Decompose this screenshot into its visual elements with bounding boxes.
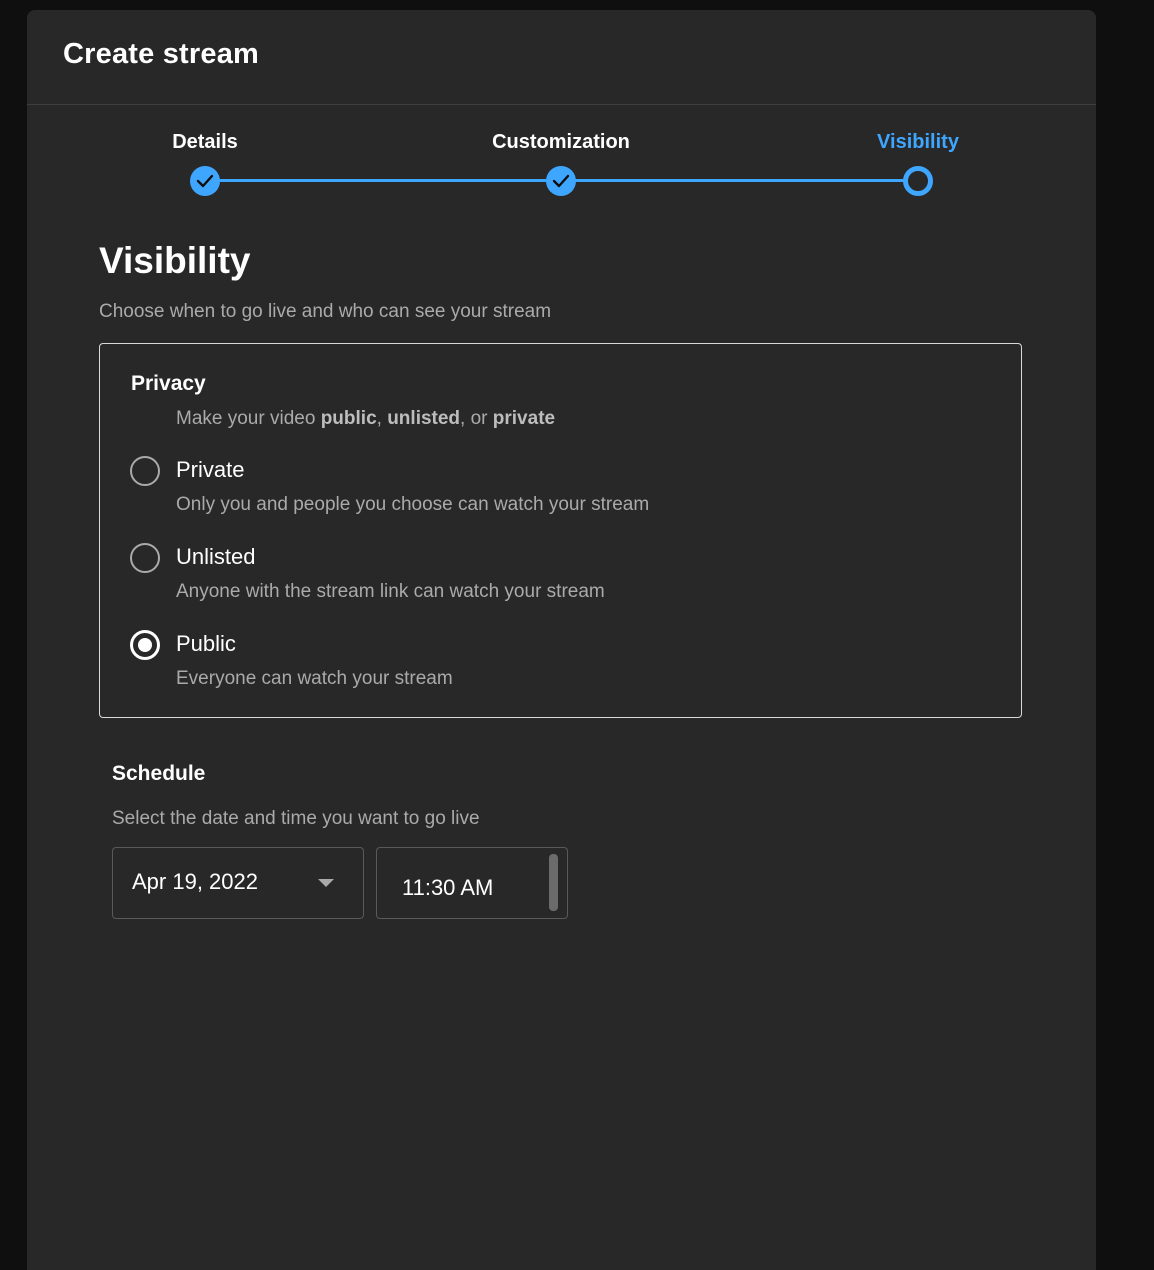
privacy-description: Make your video public, unlisted, or pri… <box>176 408 555 430</box>
create-stream-dialog: Create stream Details Customization Visi… <box>27 10 1096 1270</box>
dialog-header: Create stream <box>27 10 1096 105</box>
privacy-option-unlisted[interactable]: Unlisted Anyone with the stream link can… <box>130 543 990 613</box>
radio-unlisted[interactable] <box>130 543 160 573</box>
privacy-desc-sep2: , or <box>460 408 493 429</box>
option-desc-private: Only you and people you choose can watch… <box>176 494 650 515</box>
schedule-subtitle: Select the date and time you want to go … <box>112 808 480 829</box>
option-label-unlisted: Unlisted <box>176 544 256 569</box>
schedule-title: Schedule <box>112 762 206 785</box>
privacy-desc-prefix: Make your video <box>176 408 321 429</box>
step-details-dot[interactable] <box>190 166 220 196</box>
option-label-public: Public <box>176 631 236 656</box>
step-customization-label[interactable]: Customization <box>492 131 630 154</box>
step-visibility-label[interactable]: Visibility <box>877 131 959 154</box>
privacy-desc-private: private <box>492 408 556 429</box>
check-icon <box>552 174 570 188</box>
time-picker[interactable]: 11:30 AM <box>376 847 568 919</box>
chevron-down-icon[interactable] <box>318 879 334 887</box>
privacy-title: Privacy <box>131 372 206 395</box>
privacy-option-private[interactable]: Private Only you and people you choose c… <box>130 456 990 526</box>
privacy-option-public[interactable]: Public Everyone can watch your stream <box>130 630 990 700</box>
visibility-title: Visibility <box>99 240 251 281</box>
check-icon <box>196 174 214 188</box>
dialog-title: Create stream <box>63 38 260 70</box>
privacy-desc-unlisted: unlisted <box>387 408 461 429</box>
step-customization-dot[interactable] <box>546 166 576 196</box>
date-value: Apr 19, 2022 <box>132 869 258 894</box>
time-scrollbar[interactable] <box>549 854 558 911</box>
option-label-private: Private <box>176 457 245 482</box>
privacy-panel: Privacy Make your video public, unlisted… <box>99 343 1022 718</box>
stepper: Details Customization Visibility <box>27 115 1096 205</box>
date-picker[interactable]: Apr 19, 2022 <box>112 847 364 919</box>
option-desc-public: Everyone can watch your stream <box>176 668 453 689</box>
option-desc-unlisted: Anyone with the stream link can watch yo… <box>176 581 605 602</box>
step-details-label[interactable]: Details <box>172 131 238 154</box>
radio-public[interactable] <box>130 630 160 660</box>
time-value: 11:30 AM <box>402 875 494 900</box>
radio-private[interactable] <box>130 456 160 486</box>
step-visibility-dot[interactable] <box>903 166 933 196</box>
privacy-desc-public: public <box>320 408 377 429</box>
privacy-desc-sep1: , <box>376 408 388 429</box>
visibility-subtitle: Choose when to go live and who can see y… <box>99 301 552 322</box>
